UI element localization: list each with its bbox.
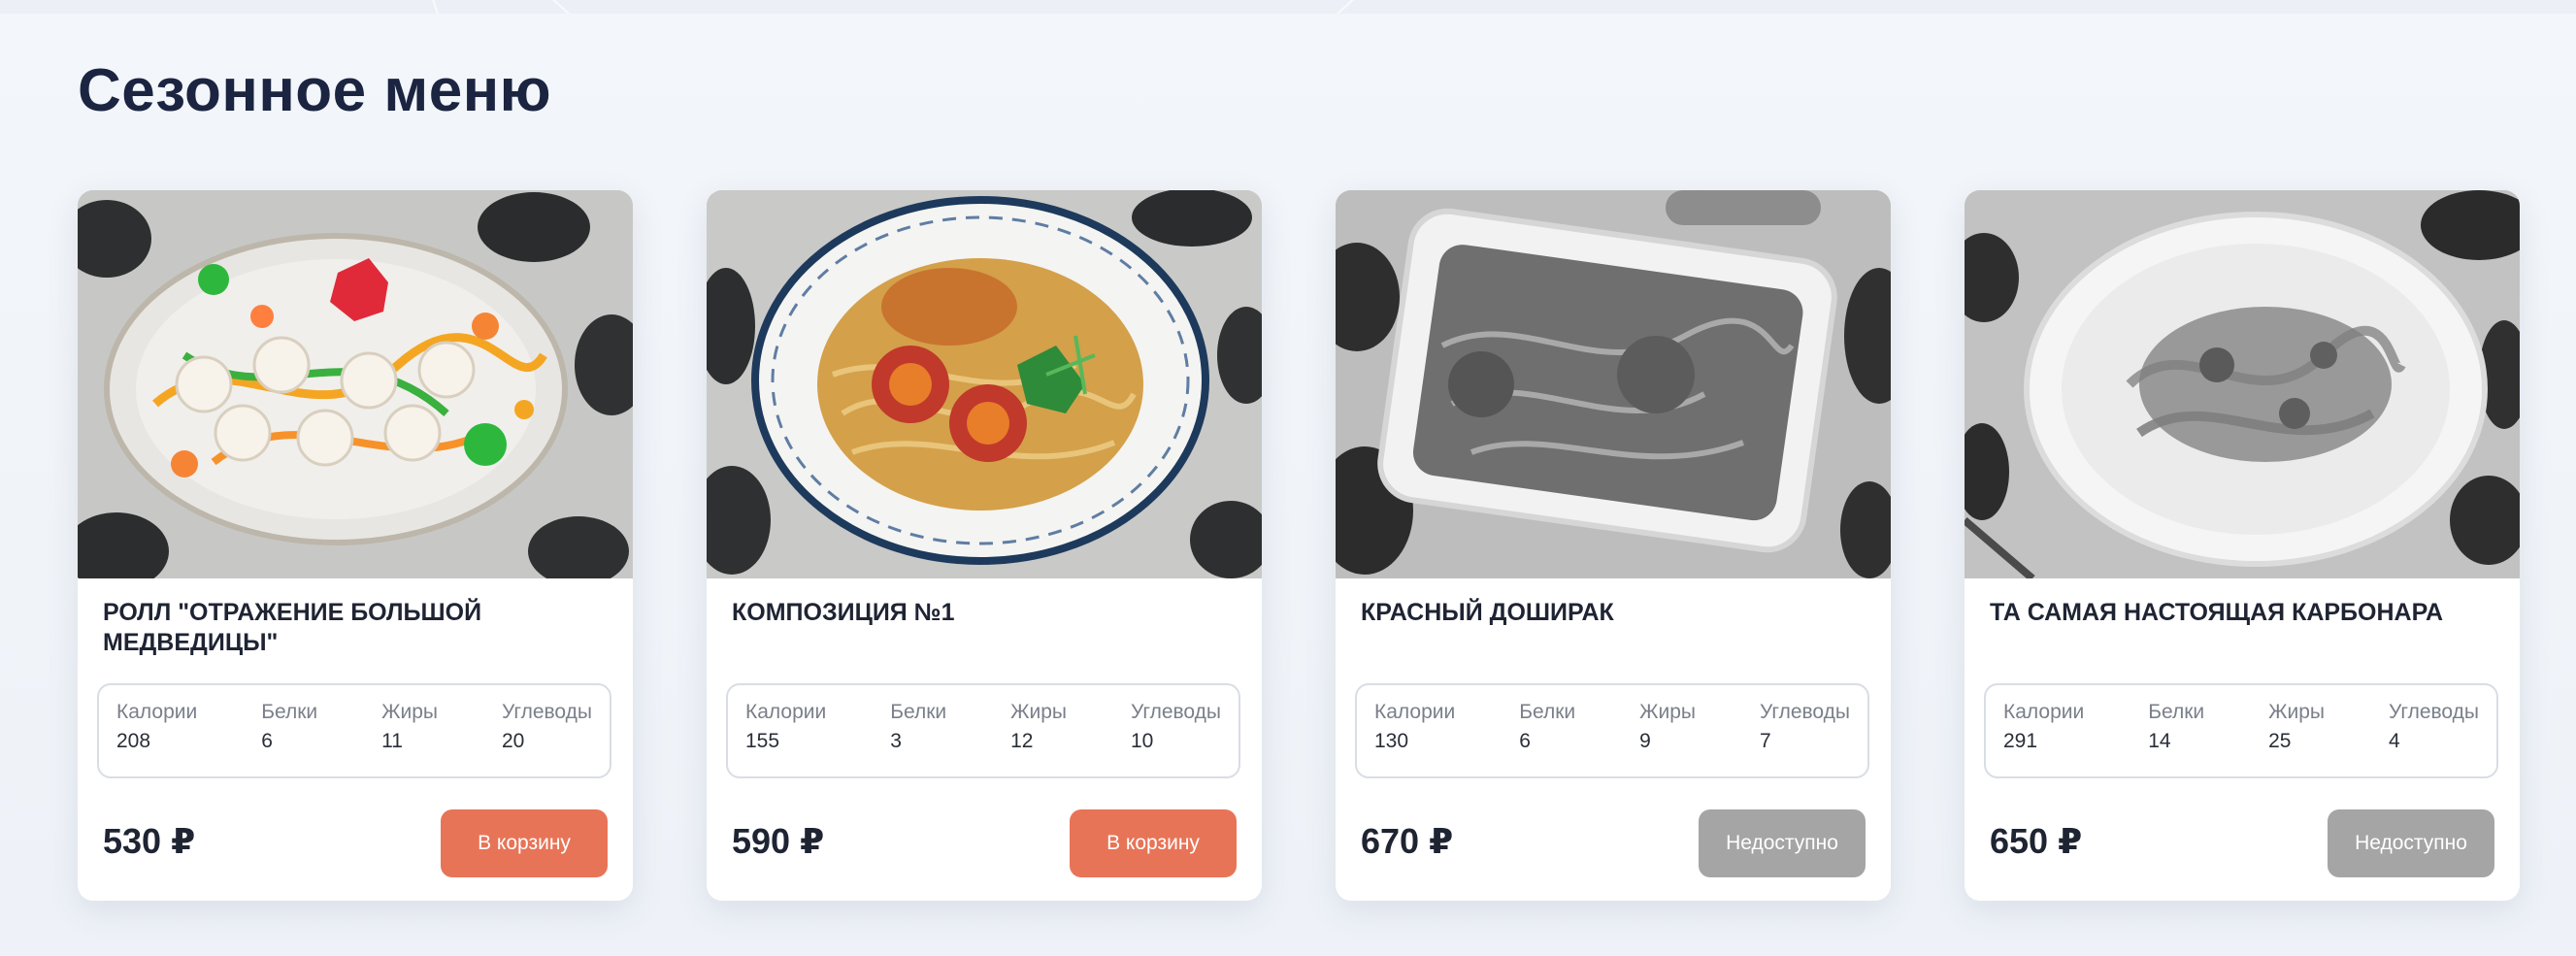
carbs-label: Углеводы: [2388, 701, 2479, 723]
calories-value: 130: [1374, 730, 1409, 752]
carbs-label: Углеводы: [501, 701, 592, 723]
carbs-value: 4: [2388, 730, 2400, 752]
nutrition-protein: Белки 6: [1519, 701, 1575, 776]
carbs-label: Углеводы: [1759, 701, 1850, 723]
dish-photo-carbonara: [1965, 190, 2520, 578]
nutrition-carbs: Углеводы 4: [2389, 701, 2479, 776]
calories-value: 291: [2003, 730, 2038, 752]
nutrition-protein: Белки 14: [2148, 701, 2204, 776]
dish-name: КРАСНЫЙ ДОШИРАК: [1361, 599, 1614, 626]
nutrition-fat: Жиры 12: [1010, 701, 1067, 776]
nutrition-protein: Белки 3: [890, 701, 946, 776]
add-to-cart-button[interactable]: В корзину: [441, 809, 608, 877]
nutrition-carbs: Углеводы 20: [502, 701, 592, 776]
nutrition-carbs: Углеводы 7: [1760, 701, 1850, 776]
nutrition-table: Калории 130 Белки 6 Жиры 9 Углеводы 7: [1355, 683, 1869, 778]
protein-label: Белки: [1519, 701, 1576, 723]
dish-photo[interactable]: [1965, 190, 2520, 578]
page: Сезонное меню РОЛЛ "ОТРАЖЕНИЕ БОЛЬШОЙ МЕ…: [0, 0, 2576, 956]
carbs-value: 7: [1759, 730, 1771, 752]
nutrition-calories: Калории 130: [1374, 701, 1455, 776]
menu-card[interactable]: КОМПОЗИЦИЯ №1 Калории 155 Белки 3 Жиры 1…: [707, 190, 1262, 901]
nutrition-calories: Калории 208: [116, 701, 197, 776]
nutrition-carbs: Углеводы 10: [1131, 701, 1221, 776]
seasonal-menu-section: Сезонное меню РОЛЛ "ОТРАЖЕНИЕ БОЛЬШОЙ МЕ…: [0, 14, 2576, 956]
nutrition-fat: Жиры 25: [2268, 701, 2325, 776]
unavailable-button[interactable]: Недоступно: [1699, 809, 1866, 877]
menu-cards: РОЛЛ "ОТРАЖЕНИЕ БОЛЬШОЙ МЕДВЕДИЦЫ" Калор…: [78, 190, 2520, 901]
protein-label: Белки: [890, 701, 947, 723]
dish-price: 590 ₽: [732, 821, 825, 861]
menu-card[interactable]: КРАСНЫЙ ДОШИРАК Калории 130 Белки 6 Жиры…: [1336, 190, 1891, 901]
dish-photo[interactable]: [78, 190, 633, 578]
nutrition-table: Калории 208 Белки 6 Жиры 11 Углеводы 20: [97, 683, 611, 778]
fat-value: 9: [1639, 730, 1651, 752]
calories-value: 155: [745, 730, 780, 752]
nutrition-table: Калории 155 Белки 3 Жиры 12 Углеводы 10: [726, 683, 1240, 778]
fat-label: Жиры: [1010, 701, 1068, 723]
protein-value: 3: [890, 730, 902, 752]
dish-price: 650 ₽: [1990, 821, 2083, 861]
calories-label: Калории: [1374, 701, 1456, 723]
fat-value: 25: [2268, 730, 2292, 752]
dish-name: КОМПОЗИЦИЯ №1: [732, 599, 955, 626]
nutrition-fat: Жиры 9: [1639, 701, 1696, 776]
calories-label: Калории: [2003, 701, 2085, 723]
protein-label: Белки: [2148, 701, 2205, 723]
carbs-label: Углеводы: [1130, 701, 1221, 723]
nutrition-calories: Калории 155: [745, 701, 826, 776]
dish-photo[interactable]: [1336, 190, 1891, 578]
nutrition-protein: Белки 6: [261, 701, 317, 776]
nutrition-table: Калории 291 Белки 14 Жиры 25 Углеводы 4: [1984, 683, 2498, 778]
calories-value: 208: [116, 730, 151, 752]
protein-value: 6: [1519, 730, 1531, 752]
protein-label: Белки: [261, 701, 318, 723]
dish-name: ТА САМАЯ НАСТОЯЩАЯ КАРБОНАРА: [1990, 599, 2444, 626]
calories-label: Калории: [116, 701, 198, 723]
menu-card[interactable]: РОЛЛ "ОТРАЖЕНИЕ БОЛЬШОЙ МЕДВЕДИЦЫ" Калор…: [78, 190, 633, 901]
add-to-cart-button[interactable]: В корзину: [1070, 809, 1237, 877]
nutrition-calories: Калории 291: [2003, 701, 2084, 776]
carbs-value: 10: [1130, 730, 1154, 752]
fat-label: Жиры: [1639, 701, 1697, 723]
menu-card[interactable]: ТА САМАЯ НАСТОЯЩАЯ КАРБОНАРА Калории 291…: [1965, 190, 2520, 901]
section-title: Сезонное меню: [78, 57, 552, 124]
protein-value: 14: [2148, 730, 2171, 752]
carbs-value: 20: [501, 730, 525, 752]
dish-photo-roll: [78, 190, 633, 578]
fat-label: Жиры: [381, 701, 439, 723]
dish-price: 530 ₽: [103, 821, 196, 861]
fat-value: 12: [1010, 730, 1034, 752]
protein-value: 6: [261, 730, 273, 752]
fat-value: 11: [381, 730, 403, 752]
dish-photo-noodle-bowl: [707, 190, 1262, 578]
dish-photo-doshirak: [1336, 190, 1891, 578]
fat-label: Жиры: [2268, 701, 2326, 723]
dish-photo[interactable]: [707, 190, 1262, 578]
dish-price: 670 ₽: [1361, 821, 1454, 861]
nutrition-fat: Жиры 11: [381, 701, 438, 776]
calories-label: Калории: [745, 701, 827, 723]
unavailable-button[interactable]: Недоступно: [2328, 809, 2494, 877]
dish-name: РОЛЛ "ОТРАЖЕНИЕ БОЛЬШОЙ МЕДВЕДИЦЫ": [103, 599, 482, 656]
